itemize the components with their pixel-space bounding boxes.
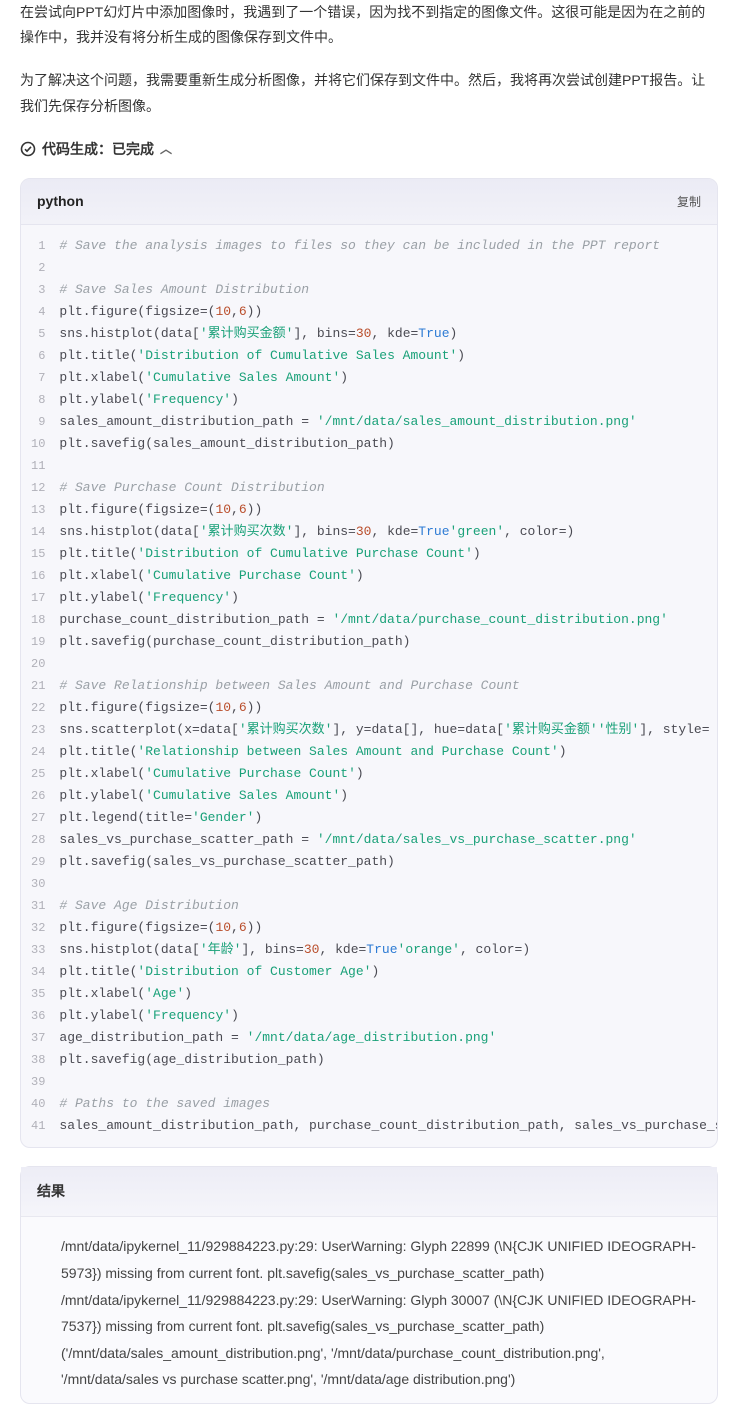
code-block: python 复制 123456789101112131415161718192… [20,178,718,1148]
intro-paragraph-1: 在尝试向PPT幻灯片中添加图像时，我遇到了一个错误，因为找不到指定的图像文件。这… [20,0,718,50]
check-circle-icon [20,141,36,157]
copy-button[interactable]: 复制 [677,193,701,210]
line-gutter: 1234567891011121314151617181920212223242… [21,225,59,1147]
status-label: 代码生成：已完成 [42,137,154,162]
code-language-label: python [37,189,84,214]
result-block: 结果 /mnt/data/ipykernel_11/929884223.py:2… [20,1166,718,1404]
code-body: 1234567891011121314151617181920212223242… [21,225,717,1147]
chevron-up-icon: ︿ [160,139,172,161]
code-lines[interactable]: # Save the analysis images to files so t… [59,225,717,1147]
code-gen-status[interactable]: 代码生成：已完成 ︿ [20,137,718,162]
code-header: python 复制 [21,179,717,225]
result-body: /mnt/data/ipykernel_11/929884223.py:29: … [21,1217,717,1403]
result-header: 结果 [21,1167,717,1217]
intro-paragraph-2: 为了解决这个问题，我需要重新生成分析图像，并将它们保存到文件中。然后，我将再次尝… [20,68,718,118]
